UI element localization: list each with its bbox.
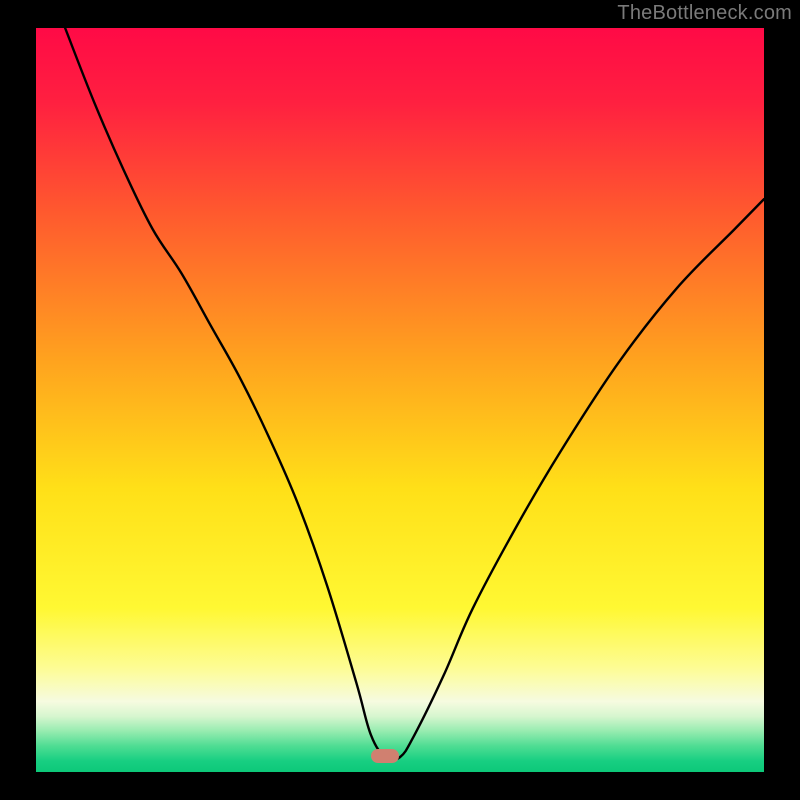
bottleneck-curve: [36, 28, 764, 772]
plot-area: [36, 28, 764, 772]
watermark-text: TheBottleneck.com: [617, 2, 792, 25]
optimal-marker: [371, 749, 399, 763]
chart-frame: TheBottleneck.com: [0, 0, 800, 800]
